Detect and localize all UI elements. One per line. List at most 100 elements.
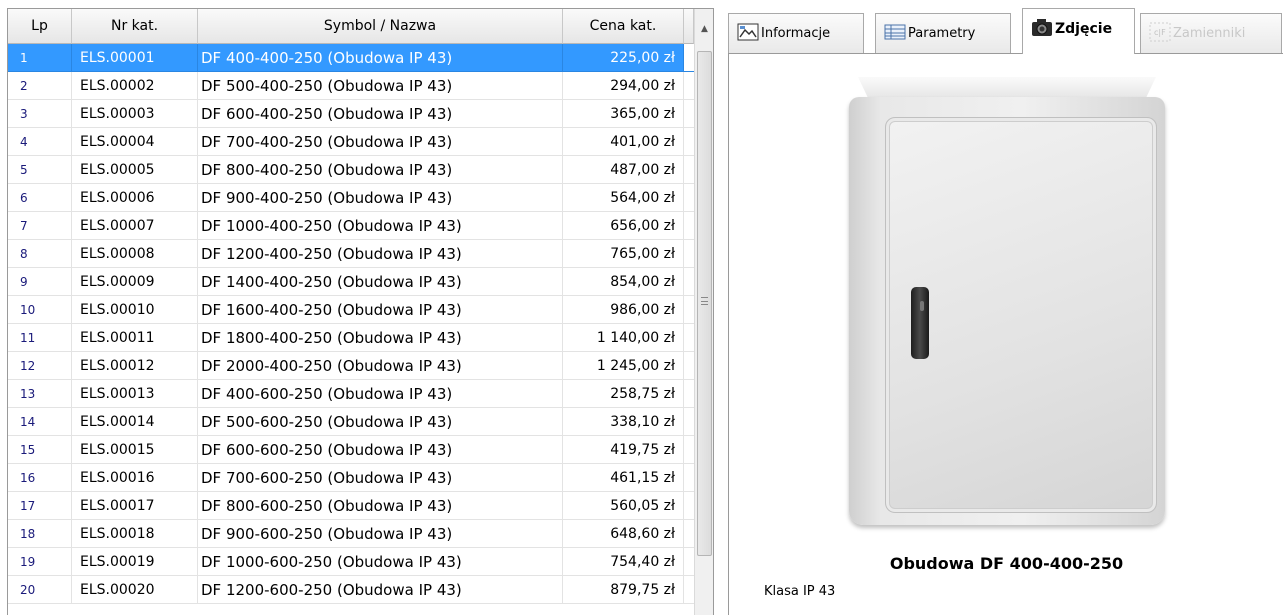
table-row[interactable]: 18 ELS.00018 DF 900-600-250 (Obudowa IP 43… — [8, 520, 694, 548]
cell-symbol-name: DF 500-600-250 (Obudowa IP 43) — [198, 408, 563, 436]
table-row[interactable]: 20 ELS.00020 DF 1200-600-250 (Obudowa IP 4… — [8, 576, 694, 604]
cell-symbol-name: DF 900-600-250 (Obudowa IP 43) — [198, 520, 563, 548]
cell-catalog-number: ELS.00019 — [72, 548, 198, 576]
cell-lp: 12 — [8, 352, 72, 380]
cell-price: 1 245,00 zł — [563, 352, 684, 380]
table-row[interactable]: 8 ELS.00008 DF 1200-400-250 (Obudowa IP 43… — [8, 240, 694, 268]
cell-catalog-number: ELS.00006 — [72, 184, 198, 212]
cell-price: 487,00 zł — [563, 156, 684, 184]
cell-price: 338,10 zł — [563, 408, 684, 436]
table-row[interactable]: 6 ELS.00006 DF 900-400-250 (Obudowa IP 43)… — [8, 184, 694, 212]
table-row[interactable]: 13 ELS.00013 DF 400-600-250 (Obudowa IP 43… — [8, 380, 694, 408]
cell-lp: 3 — [8, 100, 72, 128]
cell-lp: 20 — [8, 576, 72, 604]
cell-symbol-name: DF 400-600-250 (Obudowa IP 43) — [198, 380, 563, 408]
table-row[interactable]: 7 ELS.00007 DF 1000-400-250 (Obudowa IP 43… — [8, 212, 694, 240]
column-header-catalog-number[interactable]: Nr kat. — [72, 9, 198, 44]
table-row[interactable]: 15 ELS.00015 DF 600-600-250 (Obudowa IP 43… — [8, 436, 694, 464]
cell-price: 258,75 zł — [563, 380, 684, 408]
svg-text:c|F: c|F — [1154, 28, 1166, 37]
column-header-symbol-name[interactable]: Symbol / Nazwa — [198, 9, 563, 44]
cell-symbol-name: DF 1800-400-250 (Obudowa IP 43) — [198, 324, 563, 352]
cell-catalog-number: ELS.00010 — [72, 296, 198, 324]
cell-catalog-number: ELS.00001 — [72, 44, 198, 72]
grid-body: Lp Nr kat. Symbol / Nazwa Cena kat. 1 ELS… — [8, 9, 694, 615]
cell-price: 365,00 zł — [563, 100, 684, 128]
table-row[interactable]: 1 ELS.00001 DF 400-400-250 (Obudowa IP 43)… — [8, 44, 694, 72]
cell-filler — [684, 380, 694, 408]
cell-filler — [684, 436, 694, 464]
cabinet-handle-slot-shape — [920, 301, 924, 311]
tab-label: Parametry — [908, 26, 976, 41]
tab-label: Zamienniki — [1173, 26, 1246, 41]
cell-catalog-number: ELS.00016 — [72, 464, 198, 492]
table-row[interactable]: 4 ELS.00004 DF 700-400-250 (Obudowa IP 43)… — [8, 128, 694, 156]
cell-filler — [684, 156, 694, 184]
cell-lp: 1 — [8, 44, 72, 72]
cell-catalog-number: ELS.00009 — [72, 268, 198, 296]
cell-price: 560,05 zł — [563, 492, 684, 520]
scrollbar-thumb[interactable] — [697, 51, 712, 556]
cell-price: 419,75 zł — [563, 436, 684, 464]
cell-catalog-number: ELS.00007 — [72, 212, 198, 240]
cell-catalog-number: ELS.00005 — [72, 156, 198, 184]
tab-label: Informacje — [761, 26, 831, 41]
table-row[interactable]: 17 ELS.00017 DF 800-600-250 (Obudowa IP 43… — [8, 492, 694, 520]
cell-filler — [684, 520, 694, 548]
cell-symbol-name: DF 1000-600-250 (Obudowa IP 43) — [198, 548, 563, 576]
cell-price: 1 140,00 zł — [563, 324, 684, 352]
cell-catalog-number: ELS.00014 — [72, 408, 198, 436]
cell-lp: 2 — [8, 72, 72, 100]
cell-price: 648,60 zł — [563, 520, 684, 548]
tab-informacje[interactable]: Informacje — [728, 13, 864, 53]
cell-filler — [684, 352, 694, 380]
cell-symbol-name: DF 2000-400-250 (Obudowa IP 43) — [198, 352, 563, 380]
column-header-price[interactable]: Cena kat. — [563, 9, 684, 44]
cell-symbol-name: DF 1600-400-250 (Obudowa IP 43) — [198, 296, 563, 324]
table-row[interactable]: 19 ELS.00019 DF 1000-600-250 (Obudowa IP 4… — [8, 548, 694, 576]
cell-filler — [684, 184, 694, 212]
product-photo — [849, 77, 1165, 529]
cell-filler — [684, 324, 694, 352]
table-row[interactable]: 10 ELS.00010 DF 1600-400-250 (Obudowa IP 4… — [8, 296, 694, 324]
cell-price: 225,00 zł — [563, 44, 684, 72]
column-header-lp[interactable]: Lp — [8, 9, 72, 44]
cell-filler — [684, 44, 694, 72]
table-row[interactable]: 14 ELS.00014 DF 500-600-250 (Obudowa IP 43… — [8, 408, 694, 436]
table-row[interactable]: 11 ELS.00011 DF 1800-400-250 (Obudowa IP 4… — [8, 324, 694, 352]
table-row[interactable]: 12 ELS.00012 DF 2000-400-250 (Obudowa IP 4… — [8, 352, 694, 380]
product-grid: Lp Nr kat. Symbol / Nazwa Cena kat. 1 ELS… — [7, 8, 714, 615]
table-row[interactable]: 9 ELS.00009 DF 1400-400-250 (Obudowa IP 43… — [8, 268, 694, 296]
cell-filler — [684, 408, 694, 436]
cell-catalog-number: ELS.00002 — [72, 72, 198, 100]
cell-price: 754,40 zł — [563, 548, 684, 576]
cell-lp: 9 — [8, 268, 72, 296]
cell-symbol-name: DF 500-400-250 (Obudowa IP 43) — [198, 72, 563, 100]
cabinet-handle-shape — [911, 287, 929, 359]
cell-catalog-number: ELS.00015 — [72, 436, 198, 464]
cell-filler — [684, 212, 694, 240]
cell-filler — [684, 464, 694, 492]
table-row[interactable]: 5 ELS.00005 DF 800-400-250 (Obudowa IP 43)… — [8, 156, 694, 184]
cell-lp: 19 — [8, 548, 72, 576]
camera-icon — [1031, 17, 1053, 41]
cell-symbol-name: DF 600-600-250 (Obudowa IP 43) — [198, 436, 563, 464]
cell-filler — [684, 268, 694, 296]
table-row[interactable]: 16 ELS.00016 DF 700-600-250 (Obudowa IP 43… — [8, 464, 694, 492]
tab-parametry[interactable]: Parametry — [875, 13, 1011, 53]
vertical-scrollbar[interactable]: ▲ — [694, 9, 713, 615]
cell-lp: 13 — [8, 380, 72, 408]
cell-lp: 18 — [8, 520, 72, 548]
cell-lp: 11 — [8, 324, 72, 352]
cell-catalog-number: ELS.00018 — [72, 520, 198, 548]
scroll-up-arrow-icon[interactable]: ▲ — [695, 9, 713, 49]
tab-zdjecie[interactable]: Zdjęcie — [1022, 8, 1135, 54]
cell-lp: 10 — [8, 296, 72, 324]
cell-price: 401,00 zł — [563, 128, 684, 156]
table-icon — [884, 24, 906, 44]
table-row[interactable]: 3 ELS.00003 DF 600-400-250 (Obudowa IP 43)… — [8, 100, 694, 128]
table-row[interactable]: 2 ELS.00002 DF 500-400-250 (Obudowa IP 43)… — [8, 72, 694, 100]
cell-symbol-name: DF 1000-400-250 (Obudowa IP 43) — [198, 212, 563, 240]
cell-filler — [684, 548, 694, 576]
cell-lp: 15 — [8, 436, 72, 464]
